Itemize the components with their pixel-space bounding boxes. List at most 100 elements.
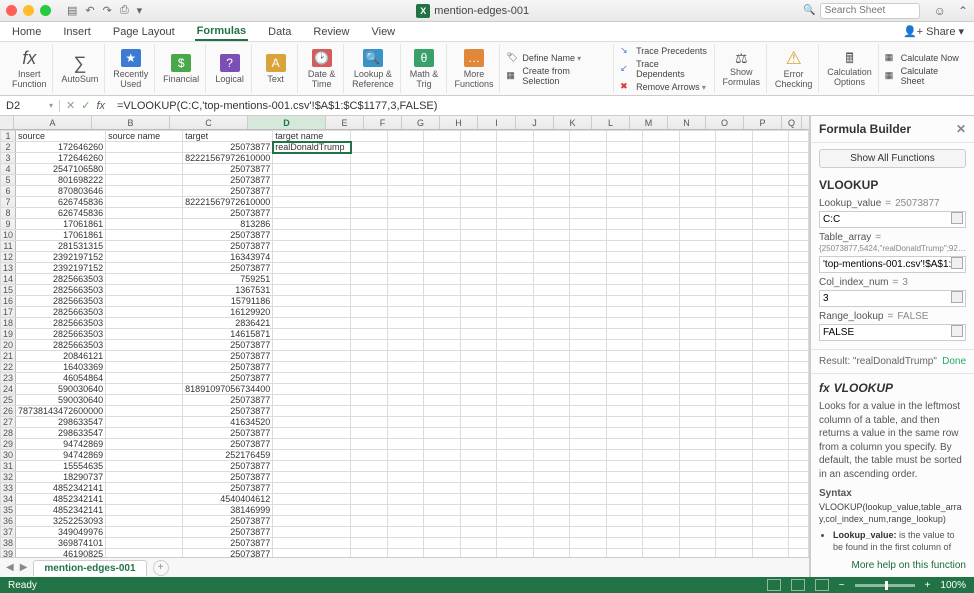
arg-col-index-input[interactable]	[819, 290, 966, 307]
cell[interactable]	[570, 164, 607, 175]
cell[interactable]	[273, 428, 351, 439]
cell[interactable]	[533, 285, 570, 296]
cell[interactable]	[387, 175, 424, 186]
cell[interactable]	[387, 230, 424, 241]
row-header[interactable]: 8	[1, 208, 16, 219]
cell[interactable]	[570, 197, 607, 208]
cell[interactable]	[752, 208, 789, 219]
cell[interactable]	[716, 175, 753, 186]
cell[interactable]	[533, 307, 570, 318]
cell[interactable]	[460, 516, 497, 527]
col-header-G[interactable]: G	[402, 116, 440, 129]
cell[interactable]	[351, 505, 388, 516]
cell[interactable]	[497, 461, 534, 472]
cell[interactable]	[533, 241, 570, 252]
cell[interactable]	[606, 263, 643, 274]
cell[interactable]	[679, 373, 716, 384]
row-header[interactable]: 11	[1, 241, 16, 252]
cell[interactable]	[606, 483, 643, 494]
cell[interactable]	[643, 274, 680, 285]
cell[interactable]	[533, 318, 570, 329]
cell[interactable]	[643, 362, 680, 373]
cell[interactable]: 25073877	[183, 538, 273, 549]
cell[interactable]	[351, 461, 388, 472]
cell[interactable]: 14615871	[183, 329, 273, 340]
cell[interactable]	[679, 274, 716, 285]
cell[interactable]	[497, 527, 534, 538]
cell[interactable]	[424, 285, 461, 296]
cell[interactable]	[606, 428, 643, 439]
cell[interactable]	[273, 373, 351, 384]
cell[interactable]	[533, 274, 570, 285]
cell[interactable]: 2825663503	[16, 329, 106, 340]
cell[interactable]	[716, 450, 753, 461]
cell[interactable]	[716, 384, 753, 395]
cell[interactable]	[752, 351, 789, 362]
cell[interactable]: 349049976	[16, 527, 106, 538]
sheet-tab-active[interactable]: mention-edges-001	[33, 560, 146, 576]
cell[interactable]	[460, 494, 497, 505]
calc-options-button[interactable]: 🖩Calculation Options	[821, 44, 878, 93]
row-header[interactable]: 26	[1, 406, 16, 417]
cell[interactable]	[716, 186, 753, 197]
cell[interactable]	[789, 164, 809, 175]
cell[interactable]	[460, 461, 497, 472]
cell[interactable]	[273, 164, 351, 175]
row-header[interactable]: 9	[1, 219, 16, 230]
cell[interactable]	[679, 175, 716, 186]
feedback-smiley-icon[interactable]: ☺	[934, 4, 946, 18]
cell[interactable]	[351, 373, 388, 384]
cell[interactable]	[789, 230, 809, 241]
cell[interactable]	[570, 340, 607, 351]
define-name-button[interactable]: 🏷Define Name	[506, 52, 609, 64]
cell[interactable]	[387, 406, 424, 417]
cell[interactable]	[716, 274, 753, 285]
cell[interactable]	[606, 175, 643, 186]
cell[interactable]: 2825663503	[16, 274, 106, 285]
cell[interactable]	[679, 483, 716, 494]
cell[interactable]	[273, 384, 351, 395]
cell[interactable]	[106, 406, 183, 417]
cell[interactable]	[106, 230, 183, 241]
cell[interactable]: 4852342141	[16, 483, 106, 494]
cell[interactable]	[497, 483, 534, 494]
cell[interactable]	[716, 131, 753, 142]
cell[interactable]: 25073877	[183, 516, 273, 527]
cell[interactable]	[570, 417, 607, 428]
lookup-reference-button[interactable]: 🔍Lookup & Reference	[346, 44, 400, 93]
cell[interactable]	[387, 439, 424, 450]
cell[interactable]	[533, 538, 570, 549]
cell[interactable]	[273, 494, 351, 505]
col-header-L[interactable]: L	[592, 116, 630, 129]
cell[interactable]	[643, 472, 680, 483]
cell[interactable]	[679, 285, 716, 296]
cell[interactable]	[606, 362, 643, 373]
cell[interactable]	[106, 285, 183, 296]
cell[interactable]	[789, 285, 809, 296]
cell[interactable]	[460, 208, 497, 219]
cell[interactable]	[643, 351, 680, 362]
cell[interactable]	[570, 406, 607, 417]
col-header-I[interactable]: I	[478, 116, 516, 129]
cell[interactable]	[570, 384, 607, 395]
cell[interactable]	[106, 428, 183, 439]
cell[interactable]	[570, 461, 607, 472]
cell[interactable]	[497, 472, 534, 483]
cell[interactable]	[273, 186, 351, 197]
cell[interactable]	[460, 549, 497, 558]
cell[interactable]	[106, 450, 183, 461]
cell[interactable]	[679, 186, 716, 197]
cell[interactable]	[679, 197, 716, 208]
cell[interactable]	[273, 252, 351, 263]
cell[interactable]	[497, 186, 534, 197]
cell[interactable]: 94742869	[16, 439, 106, 450]
cell[interactable]	[533, 197, 570, 208]
cell[interactable]	[606, 340, 643, 351]
cell[interactable]	[533, 208, 570, 219]
cell[interactable]: 25073877	[183, 186, 273, 197]
cell[interactable]	[533, 428, 570, 439]
cell[interactable]	[570, 285, 607, 296]
cell[interactable]	[351, 417, 388, 428]
cell[interactable]	[789, 241, 809, 252]
cell[interactable]	[643, 329, 680, 340]
